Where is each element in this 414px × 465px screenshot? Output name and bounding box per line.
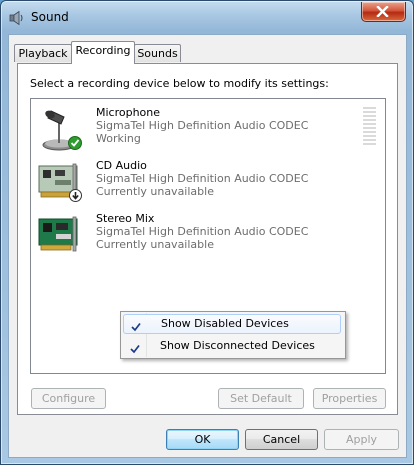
set-default-button[interactable]: Set Default [218,388,304,409]
down-arrow-icon [69,189,82,202]
device-status: Working [96,132,141,145]
dialog-client-area: Playback Recording Sounds Select a recor… [8,34,407,458]
ok-button[interactable]: OK [166,429,239,450]
menu-item-label: Show Disconnected Devices [160,339,315,352]
apply-button[interactable]: Apply [324,429,399,450]
menu-item-show-disconnected-devices[interactable]: Show Disconnected Devices [123,336,341,356]
green-check-icon [68,136,82,150]
tab-sounds[interactable]: Sounds [134,44,181,62]
title-bar[interactable]: Sound [1,1,413,35]
recording-tab-panel: Select a recording device below to modif… [17,63,398,415]
sound-dialog: Sound Playback Recording Sounds Select a… [0,0,414,465]
device-driver: SigmaTel High Definition Audio CODEC [96,119,309,132]
speaker-icon [9,10,25,26]
close-button[interactable] [361,2,406,22]
properties-button[interactable]: Properties [313,388,386,409]
device-driver: SigmaTel High Definition Audio CODEC [96,172,309,185]
level-meter [363,107,376,147]
device-driver: SigmaTel High Definition Audio CODEC [96,225,309,238]
close-icon [376,6,389,17]
instruction-text: Select a recording device below to modif… [30,77,329,90]
device-name: Microphone [96,106,161,119]
tab-playback[interactable]: Playback [14,44,72,62]
configure-button[interactable]: Configure [31,388,106,409]
checkmark-icon [129,341,141,354]
sound-card-icon [37,213,81,257]
device-item-microphone[interactable]: Microphone SigmaTel High Definition Audi… [31,101,385,153]
menu-item-show-disabled-devices[interactable]: Show Disabled Devices [123,314,341,334]
menu-item-label: Show Disabled Devices [161,317,289,330]
device-status: Currently unavailable [96,185,214,198]
device-status: Currently unavailable [96,238,214,251]
device-name: Stereo Mix [96,212,155,225]
device-name: CD Audio [96,159,147,172]
window-title: Sound [31,10,69,24]
context-menu: Show Disabled Devices Show Disconnected … [120,311,346,359]
device-item-cd-audio[interactable]: CD Audio SigmaTel High Definition Audio … [31,154,385,206]
cancel-button[interactable]: Cancel [245,429,318,450]
checkmark-icon [130,320,142,332]
tab-recording[interactable]: Recording [71,41,135,64]
device-item-stereo-mix[interactable]: Stereo Mix SigmaTel High Definition Audi… [31,207,385,259]
